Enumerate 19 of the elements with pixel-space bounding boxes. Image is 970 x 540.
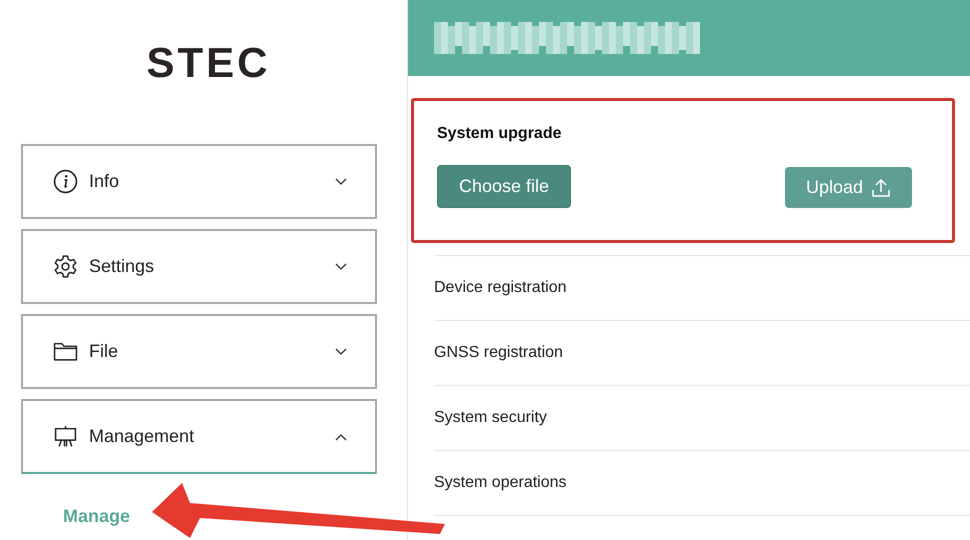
info-icon <box>53 169 78 194</box>
choose-file-button[interactable]: Choose file <box>437 165 572 208</box>
caret-down-icon <box>335 178 347 186</box>
menu-item[interactable]: File <box>21 314 377 389</box>
section-item[interactable]: System security <box>434 386 970 451</box>
section-title: System upgrade <box>437 125 562 143</box>
upload-icon <box>871 178 891 198</box>
caret-up-icon <box>335 432 347 440</box>
section-item[interactable]: GNSS registration <box>434 321 970 386</box>
section-item[interactable]: Device registration <box>434 256 970 321</box>
menu-item[interactable]: Info <box>21 144 377 219</box>
menu-item[interactable]: Settings <box>21 229 377 304</box>
menu-item[interactable]: Management <box>21 399 377 474</box>
settings-icon <box>53 254 78 279</box>
logo: STEC <box>146 42 270 84</box>
caret-down-icon <box>335 262 347 270</box>
caret-down-icon <box>335 348 347 356</box>
section-item[interactable]: System operations <box>434 451 970 516</box>
easel-icon <box>53 424 78 449</box>
